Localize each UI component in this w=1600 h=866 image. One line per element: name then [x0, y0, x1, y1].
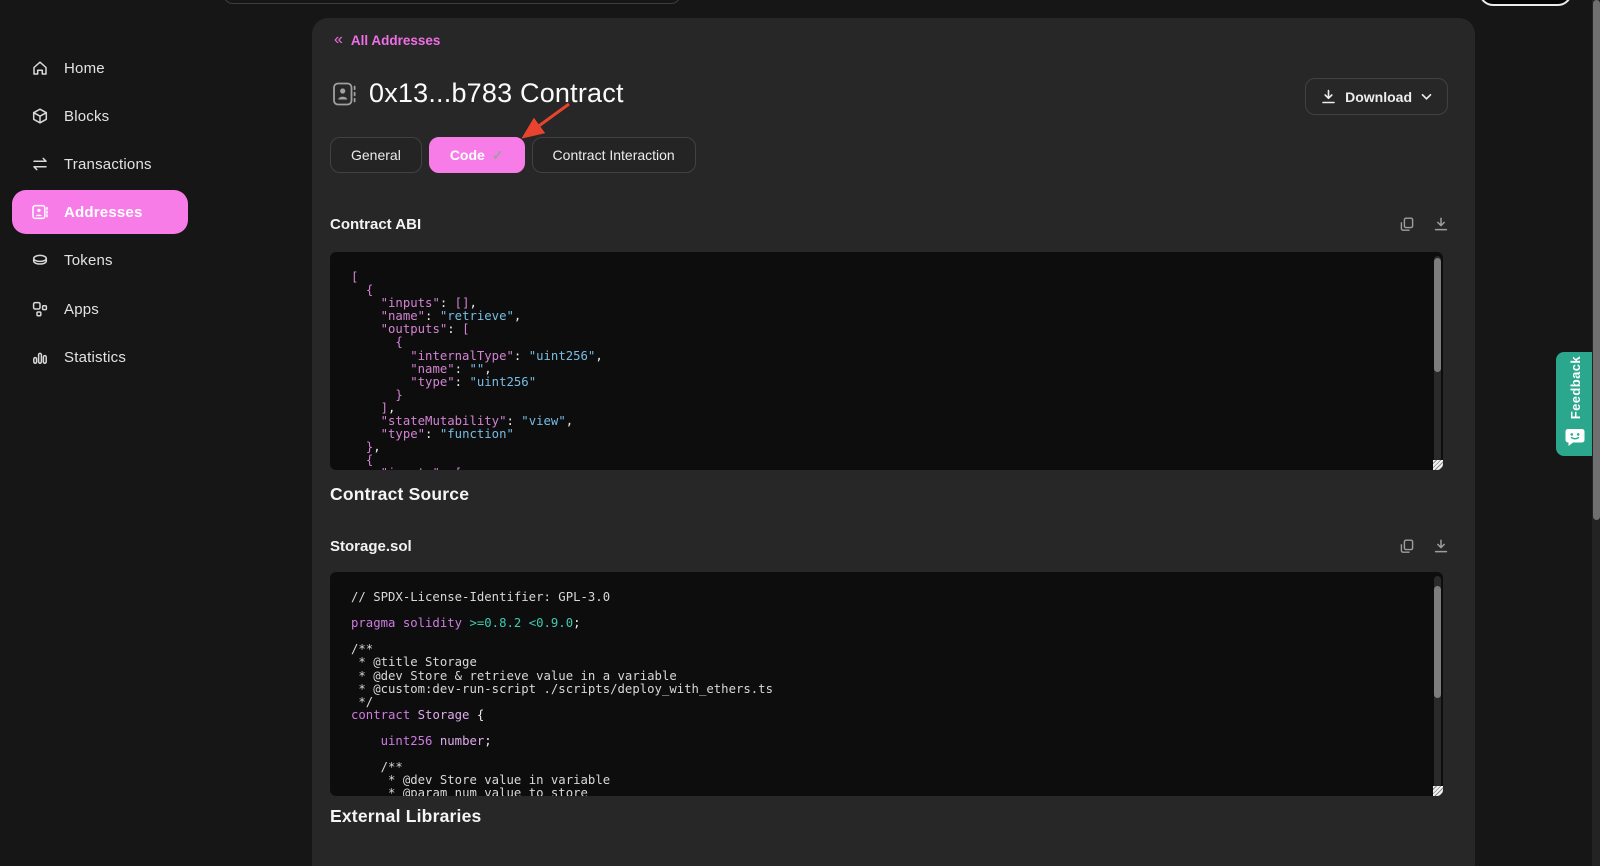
page-scrollbar-thumb[interactable]	[1593, 0, 1600, 520]
tab-label: General	[351, 147, 401, 163]
addresses-icon	[30, 202, 50, 222]
back-to-all-addresses-link[interactable]: « All Addresses	[334, 32, 440, 48]
sidebar-item-apps[interactable]: Apps	[12, 287, 188, 331]
page-title: 0x13...b783 Contract	[369, 78, 624, 109]
top-right-pill-partial[interactable]	[1479, 0, 1572, 6]
abi-scrollbar-thumb[interactable]	[1434, 258, 1441, 372]
download-label: Download	[1345, 89, 1412, 105]
sidebar-item-label: Home	[64, 60, 105, 77]
download-abi-icon[interactable]	[1434, 217, 1448, 232]
sidebar-item-transactions[interactable]: Transactions	[12, 142, 188, 186]
sidebar-item-label: Statistics	[64, 349, 126, 366]
source-scrollbar-track[interactable]	[1434, 576, 1441, 788]
abi-scrollbar-track[interactable]	[1434, 256, 1441, 462]
sidebar-item-label: Blocks	[64, 108, 109, 125]
home-icon	[30, 58, 50, 78]
copy-icon[interactable]	[1400, 539, 1414, 554]
abi-actions	[1400, 217, 1448, 232]
back-link-label: All Addresses	[351, 33, 441, 48]
page: Home Blocks Transactions Addresses	[0, 0, 1600, 866]
page-scrollbar-track[interactable]	[1592, 0, 1600, 866]
sidebar-item-home[interactable]: Home	[12, 46, 188, 90]
sidebar-item-label: Tokens	[64, 252, 113, 269]
source-code-block[interactable]: // SPDX-License-Identifier: GPL-3.0 prag…	[330, 572, 1443, 796]
source-file-header: Storage.sol	[330, 536, 1448, 556]
tab-contract-interaction[interactable]: Contract Interaction	[532, 137, 696, 173]
feedback-chat-icon	[1565, 428, 1585, 447]
chevron-down-icon	[1421, 93, 1432, 101]
contract-card-icon	[332, 80, 357, 108]
abi-resize-handle[interactable]	[1433, 460, 1443, 470]
sidebar: Home Blocks Transactions Addresses	[0, 0, 308, 866]
sidebar-item-label: Addresses	[64, 204, 143, 221]
feedback-button[interactable]: Feedback	[1556, 352, 1594, 456]
source-file-name: Storage.sol	[330, 538, 412, 555]
tokens-icon	[30, 250, 50, 270]
source-code: // SPDX-License-Identifier: GPL-3.0 prag…	[330, 572, 1443, 796]
contract-abi-header: Contract ABI	[330, 214, 1448, 234]
contract-abi-title: Contract ABI	[330, 216, 421, 233]
verified-check-icon: ✓	[492, 147, 504, 164]
tab-bar: General Code ✓ Contract Interaction	[330, 137, 696, 173]
source-actions	[1400, 539, 1448, 554]
sidebar-item-tokens[interactable]: Tokens	[12, 238, 188, 282]
feedback-label: Feedback	[1568, 356, 1583, 419]
contract-source-heading: Contract Source	[330, 484, 469, 505]
tab-general[interactable]: General	[330, 137, 422, 173]
main-panel: « All Addresses 0x13...b783 Contract Dow…	[312, 18, 1475, 866]
double-chevron-left-icon: «	[334, 32, 343, 48]
sidebar-item-addresses[interactable]: Addresses	[12, 190, 188, 234]
contract-abi-code: [ { "inputs": [], "name": "retrieve", "o…	[330, 252, 1443, 470]
tab-code[interactable]: Code ✓	[429, 137, 525, 173]
apps-icon	[30, 299, 50, 319]
title-row: 0x13...b783 Contract	[332, 78, 624, 109]
download-source-icon[interactable]	[1434, 539, 1448, 554]
transactions-icon	[30, 154, 50, 174]
copy-icon[interactable]	[1400, 217, 1414, 232]
tab-label: Code	[450, 147, 485, 163]
blocks-icon	[30, 106, 50, 126]
sidebar-item-label: Transactions	[64, 156, 152, 173]
download-button[interactable]: Download	[1305, 78, 1448, 115]
contract-abi-code-block[interactable]: [ { "inputs": [], "name": "retrieve", "o…	[330, 252, 1443, 470]
download-icon	[1321, 89, 1336, 105]
source-resize-handle[interactable]	[1433, 786, 1443, 796]
source-scrollbar-thumb[interactable]	[1434, 586, 1441, 698]
statistics-icon	[30, 347, 50, 367]
sidebar-item-label: Apps	[64, 301, 99, 318]
sidebar-item-statistics[interactable]: Statistics	[12, 335, 188, 379]
tab-label: Contract Interaction	[553, 147, 675, 163]
sidebar-item-blocks[interactable]: Blocks	[12, 94, 188, 138]
external-libraries-heading: External Libraries	[330, 806, 481, 827]
